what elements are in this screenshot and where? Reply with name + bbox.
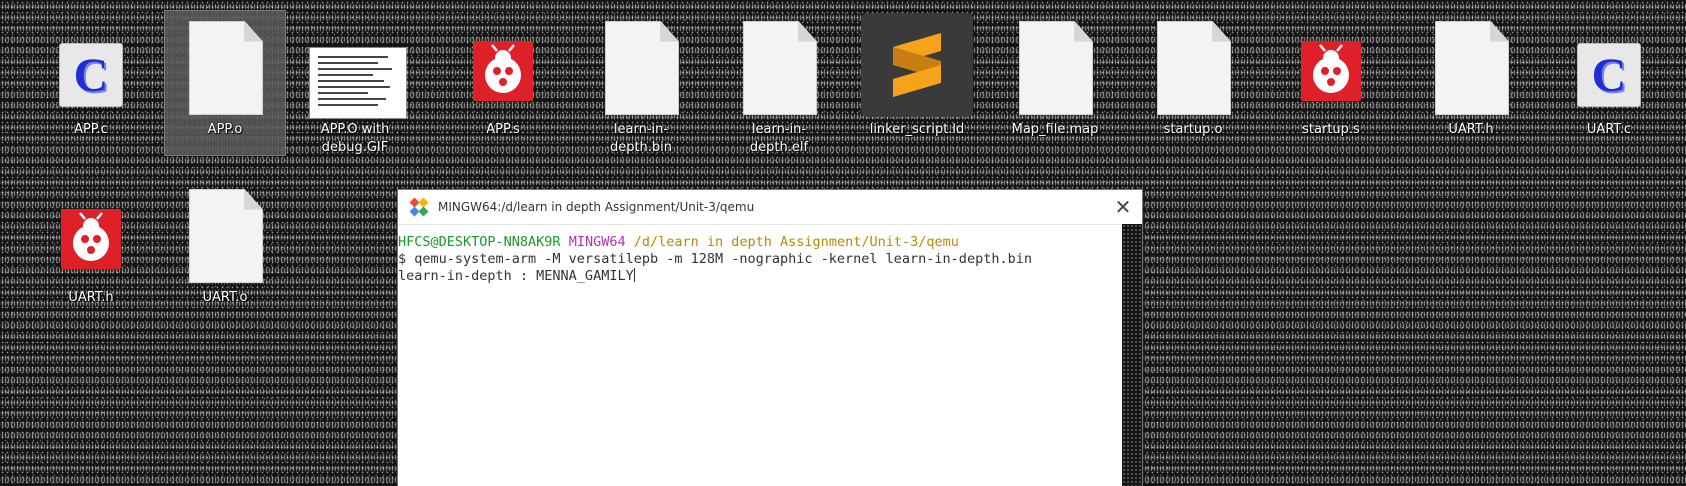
icon-label: UART.h <box>1448 122 1494 137</box>
text-cursor <box>633 268 635 282</box>
desktop-icon-startup-s[interactable]: startup.s <box>1270 10 1392 144</box>
icon-label: APP.c <box>74 122 108 137</box>
icon-label: linker_script.ld <box>869 122 965 137</box>
file-icon <box>743 21 817 115</box>
file-icon <box>1157 21 1231 115</box>
gif-thumbnail-icon <box>309 47 407 119</box>
desktop-icon-uart-h-file[interactable]: UART.h <box>1410 10 1532 144</box>
file-icon <box>605 21 679 115</box>
c-source-icon: C <box>1577 43 1641 107</box>
desktop-icon-learn-bin[interactable]: learn-in-depth.bin <box>580 10 702 162</box>
command-line: $ qemu-system-arm -M versatilepb -m 128M… <box>398 251 1032 267</box>
desktop-icon-uart-c[interactable]: C UART.c <box>1548 10 1670 144</box>
icon-label: startup.o <box>1163 122 1223 137</box>
file-icon <box>189 189 263 283</box>
terminal-title: MINGW64:/d/learn in depth Assignment/Uni… <box>438 200 755 214</box>
file-icon <box>189 21 263 115</box>
ladybug-icon <box>61 209 121 269</box>
icon-label: UART.h <box>68 290 114 305</box>
terminal-scrollbar[interactable] <box>1122 224 1142 486</box>
close-icon: ✕ <box>1114 195 1132 219</box>
desktop-icon-learn-elf[interactable]: learn-in-depth.elf <box>718 10 840 162</box>
file-icon <box>1435 21 1509 115</box>
icon-label: APP.O with debug.GIF <box>320 122 390 155</box>
prompt-shell: MINGW64 <box>568 234 626 250</box>
ladybug-icon <box>473 41 533 101</box>
desktop-icon-app-s[interactable]: APP.s <box>442 10 564 144</box>
terminal-window[interactable]: MINGW64:/d/learn in depth Assignment/Uni… <box>398 190 1142 486</box>
icon-label: startup.s <box>1302 122 1360 137</box>
close-button[interactable]: ✕ <box>1106 190 1140 224</box>
prompt-user: HFCS@DESKTOP-NN8AK9R <box>398 234 561 250</box>
icon-label: learn-in-depth.bin <box>609 122 673 155</box>
icon-label: APP.s <box>486 122 520 137</box>
desktop-icon-uart-o[interactable]: UART.o <box>164 178 286 312</box>
terminal-output[interactable]: HFCS@DESKTOP-NN8AK9R MINGW64 /d/learn in… <box>398 224 1122 486</box>
desktop-icon-app-o[interactable]: APP.o <box>164 10 286 156</box>
file-icon <box>1019 21 1093 115</box>
desktop-icon-startup-o[interactable]: startup.o <box>1132 10 1254 144</box>
c-source-icon: C <box>59 43 123 107</box>
program-output: learn-in-depth : MENNA_GAMILY <box>398 268 634 284</box>
git-bash-icon <box>409 197 429 217</box>
desktop-icon-map-file[interactable]: Map_file.map <box>994 10 1116 144</box>
sublime-text-icon <box>861 13 973 117</box>
icon-label: APP.o <box>207 122 243 137</box>
terminal-titlebar[interactable]: MINGW64:/d/learn in depth Assignment/Uni… <box>398 190 1142 225</box>
icon-label: learn-in-depth.elf <box>749 122 809 155</box>
desktop-icon-app-gif[interactable]: APP.O with debug.GIF <box>294 10 416 162</box>
icon-label: UART.c <box>1586 122 1632 137</box>
icon-label: Map_file.map <box>1011 122 1099 137</box>
icon-label: UART.o <box>202 290 248 305</box>
prompt-path: /d/learn in depth Assignment/Unit-3/qemu <box>633 234 959 250</box>
desktop-icon-app-c[interactable]: C APP.c <box>30 10 152 144</box>
desktop-icon-uart-h[interactable]: UART.h <box>30 178 152 312</box>
desktop-icon-linker-script[interactable]: linker_script.ld <box>856 10 978 144</box>
ladybug-icon <box>1301 41 1361 101</box>
